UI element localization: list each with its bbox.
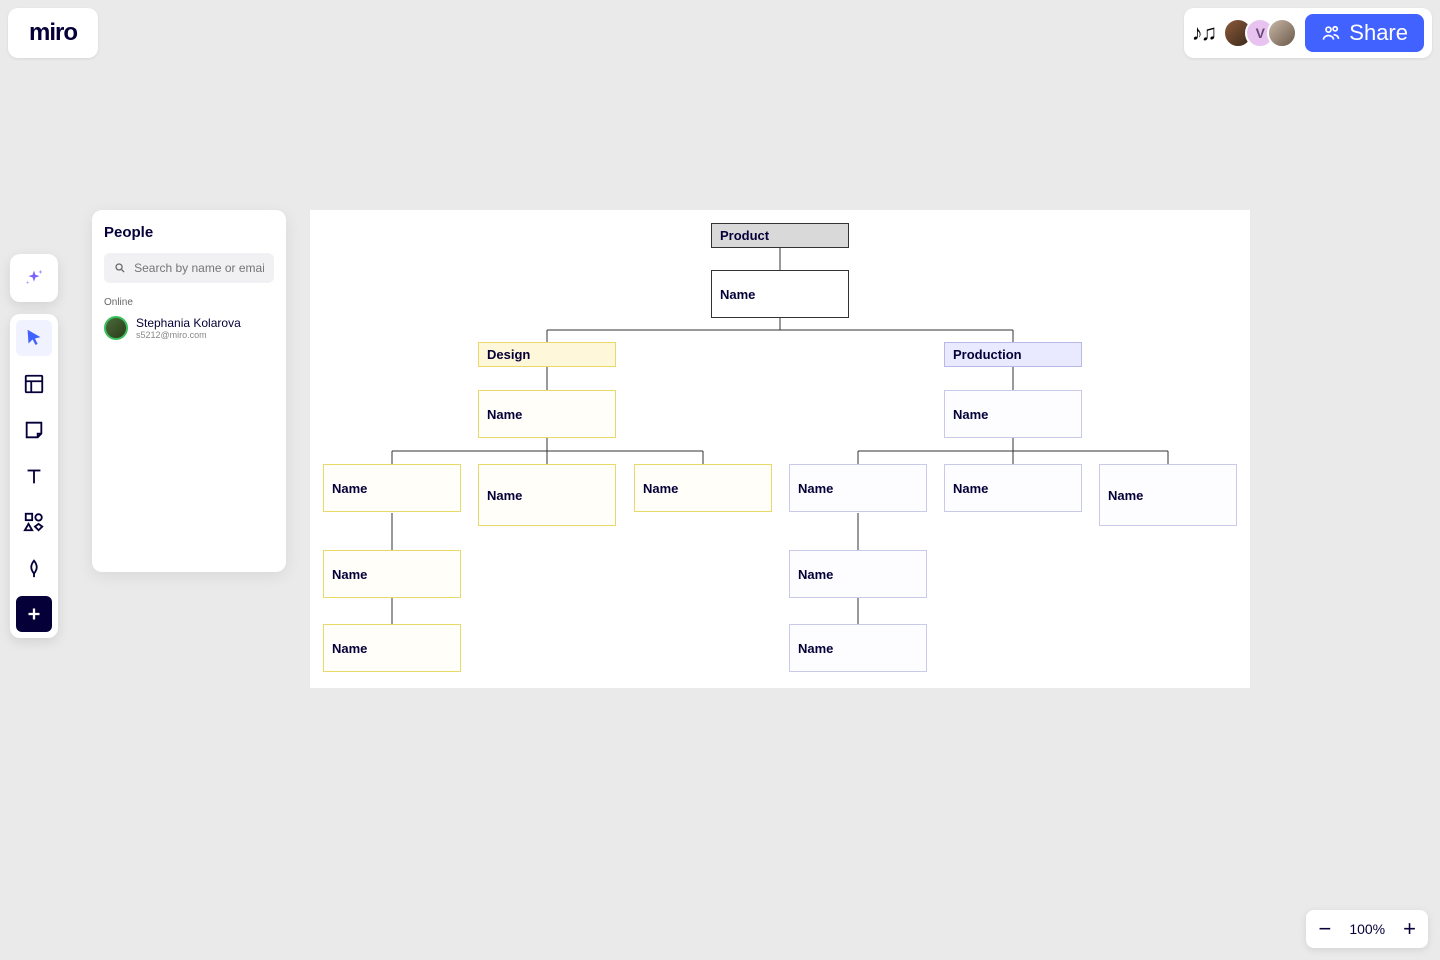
tool-sticky[interactable] <box>16 412 52 448</box>
tool-select[interactable] <box>16 320 52 356</box>
node-production[interactable]: Production <box>944 342 1082 367</box>
toolbar <box>10 314 58 638</box>
zoom-in-button[interactable]: + <box>1403 918 1416 940</box>
people-icon <box>1321 23 1341 43</box>
plus-icon <box>23 603 45 625</box>
person-email: s5212@miro.com <box>136 330 241 340</box>
zoom-level: 100% <box>1349 921 1385 937</box>
zoom-controls: − 100% + <box>1306 910 1428 948</box>
canvas[interactable]: Product Name Design Name Name Name Name … <box>310 210 1250 688</box>
node-design-name[interactable]: Name <box>478 390 616 438</box>
node-production-sub-2[interactable]: Name <box>789 624 927 672</box>
search-icon <box>114 261 126 275</box>
zoom-out-button[interactable]: − <box>1318 918 1331 940</box>
node-root-name[interactable]: Name <box>711 270 849 318</box>
node-production-child-1[interactable]: Name <box>789 464 927 512</box>
tool-pen[interactable] <box>16 550 52 586</box>
tool-ai[interactable] <box>10 254 58 302</box>
node-production-child-3[interactable]: Name <box>1099 464 1237 526</box>
share-button[interactable]: Share <box>1305 14 1424 52</box>
logo[interactable]: miro <box>8 8 98 58</box>
avatar-stack[interactable]: V <box>1223 18 1297 48</box>
node-production-name[interactable]: Name <box>944 390 1082 438</box>
cursor-icon <box>23 327 45 349</box>
logo-text: miro <box>29 19 77 47</box>
sparkle-icon <box>23 267 45 289</box>
person-name: Stephania Kolarova <box>136 316 241 330</box>
text-icon <box>23 465 45 487</box>
tool-more[interactable] <box>16 596 52 632</box>
template-icon <box>23 373 45 395</box>
node-design-child-1[interactable]: Name <box>323 464 461 512</box>
search-input[interactable] <box>134 261 264 275</box>
person-avatar <box>104 316 128 340</box>
node-design-child-2[interactable]: Name <box>478 464 616 526</box>
share-label: Share <box>1349 20 1408 46</box>
sticky-icon <box>23 419 45 441</box>
header-right: ♪♫ V Share <box>1184 8 1432 58</box>
tool-templates[interactable] <box>16 366 52 402</box>
avatar-3[interactable] <box>1267 18 1297 48</box>
node-design[interactable]: Design <box>478 342 616 367</box>
tool-shapes[interactable] <box>16 504 52 540</box>
search-box[interactable] <box>104 253 274 283</box>
node-design-sub-1[interactable]: Name <box>323 550 461 598</box>
person-row[interactable]: Stephania Kolarova s5212@miro.com <box>104 316 274 340</box>
tool-text[interactable] <box>16 458 52 494</box>
people-panel: People Online Stephania Kolarova s5212@m… <box>92 210 286 572</box>
node-root[interactable]: Product <box>711 223 849 248</box>
node-design-sub-2[interactable]: Name <box>323 624 461 672</box>
people-title: People <box>104 224 274 241</box>
shapes-icon <box>23 511 45 533</box>
node-production-child-2[interactable]: Name <box>944 464 1082 512</box>
pen-icon <box>23 557 45 579</box>
node-production-sub-1[interactable]: Name <box>789 550 927 598</box>
node-design-child-3[interactable]: Name <box>634 464 772 512</box>
music-icon[interactable]: ♪♫ <box>1192 20 1216 46</box>
online-label: Online <box>104 297 274 308</box>
